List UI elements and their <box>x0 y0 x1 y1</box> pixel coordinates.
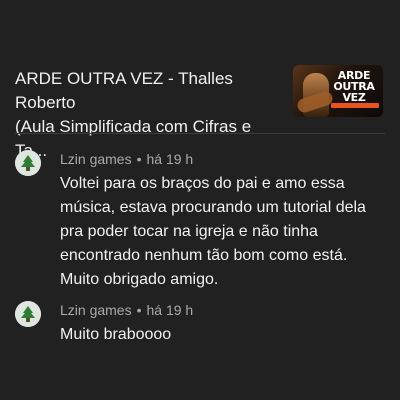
comment-author[interactable]: Lzin games <box>60 302 132 318</box>
tree-avatar-icon[interactable] <box>15 301 41 327</box>
comment-meta: Lzin games • há 19 h <box>60 150 193 168</box>
comment-text: Voltei para os braços do pai e amo essa … <box>60 175 366 288</box>
comment-text: Muito braboooo <box>60 326 172 343</box>
comment-author[interactable]: Lzin games <box>60 151 132 167</box>
thumbnail-accent-band <box>331 103 379 108</box>
comment-time: há 19 h <box>146 151 194 167</box>
meta-separator: • <box>136 151 142 167</box>
comment-meta: Lzin games • há 19 h <box>60 301 193 319</box>
video-title[interactable]: ARDE OUTRA VEZ - Thalles Roberto (Aula S… <box>15 67 283 163</box>
video-thumbnail[interactable]: ARDE OUTRA VEZ <box>293 65 383 117</box>
comments-screen: ARDE OUTRA VEZ - Thalles Roberto (Aula S… <box>0 0 400 400</box>
meta-separator: • <box>136 302 142 318</box>
comment-item: Lzin games • há 19 h Muito braboooo <box>15 301 385 351</box>
thumbnail-text: ARDE OUTRA VEZ <box>333 69 375 104</box>
header-divider <box>15 133 385 134</box>
tree-avatar-icon[interactable] <box>15 150 41 176</box>
video-header[interactable]: ARDE OUTRA VEZ - Thalles Roberto (Aula S… <box>15 62 385 160</box>
comment-item: Lzin games • há 19 h Voltei para os braços… <box>15 150 385 288</box>
comment-time: há 19 h <box>146 302 194 318</box>
